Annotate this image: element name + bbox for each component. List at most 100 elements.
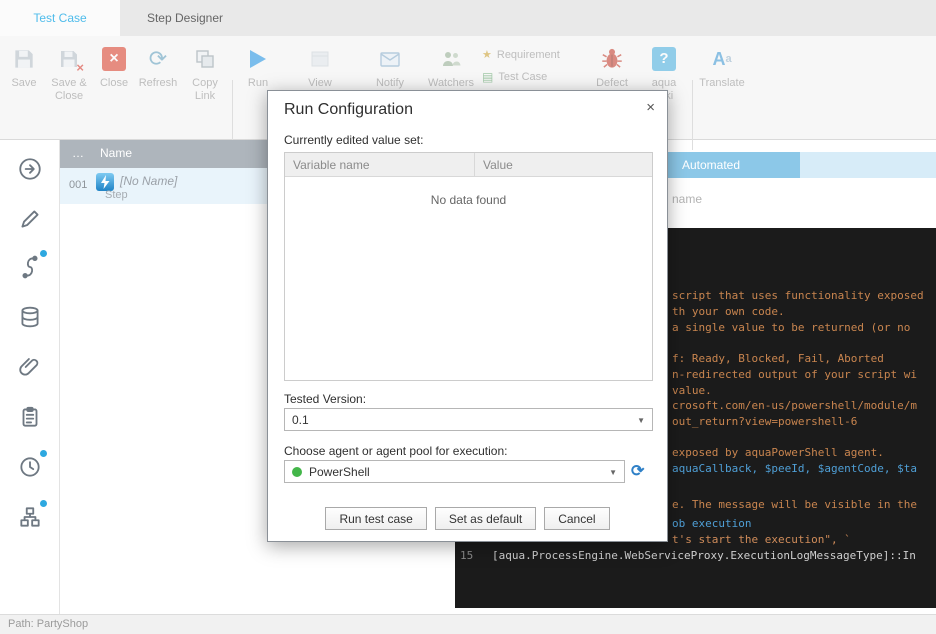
watchers-label: Watchers bbox=[428, 77, 474, 90]
notify-button[interactable]: Notify bbox=[368, 44, 412, 90]
dialog-close-icon[interactable]: × bbox=[646, 99, 655, 116]
save-button[interactable]: Save bbox=[4, 44, 44, 90]
line-number: 15 bbox=[460, 549, 473, 562]
value-set-table-header: Variable name Value bbox=[285, 153, 652, 177]
translate-button[interactable]: Aa Translate bbox=[698, 44, 746, 90]
column-header-name: Name bbox=[100, 146, 132, 160]
code-line: t's start the execution", ` bbox=[672, 533, 851, 546]
tab-step-designer[interactable]: Step Designer bbox=[120, 0, 250, 36]
agent-status-icon bbox=[292, 467, 302, 477]
code-line: exposed by aquaPowerShell agent. bbox=[672, 446, 884, 459]
path-label: Path: PartyShop bbox=[8, 618, 88, 630]
column-header-value[interactable]: Value bbox=[475, 153, 521, 176]
run-button[interactable]: Run bbox=[238, 44, 278, 90]
view-icon bbox=[308, 44, 332, 74]
close-button[interactable]: × Close bbox=[94, 44, 134, 90]
code-line: e. The message will be visible in the bbox=[672, 498, 917, 511]
save-label: Save bbox=[11, 77, 36, 90]
run-configuration-dialog: Run Configuration × Currently edited val… bbox=[267, 90, 668, 542]
save-close-icon: × bbox=[57, 44, 81, 74]
column-header-variable-name[interactable]: Variable name bbox=[285, 153, 475, 176]
app-window: Test Case Step Designer Save × Save & Cl… bbox=[0, 0, 936, 634]
defect-button[interactable]: Defect bbox=[590, 44, 634, 90]
expand-arrow-icon bbox=[17, 156, 43, 182]
watchers-icon bbox=[439, 44, 463, 74]
agent-refresh-icon[interactable]: ⟳ bbox=[631, 461, 644, 481]
column-header-options: … bbox=[72, 146, 84, 160]
question-icon: ? bbox=[652, 47, 676, 71]
copy-link-icon bbox=[193, 44, 217, 74]
close-label: Close bbox=[100, 77, 128, 90]
run-label: Run bbox=[248, 77, 268, 90]
chevron-down-icon: ▼ bbox=[609, 468, 617, 477]
steps-icon bbox=[17, 254, 43, 280]
notify-icon bbox=[378, 44, 402, 74]
tested-version-label: Tested Version: bbox=[284, 392, 366, 406]
sidebar-item-attachments[interactable] bbox=[17, 354, 43, 380]
copy-link-label: Copy Link bbox=[184, 77, 226, 102]
ribbon-separator bbox=[692, 80, 693, 150]
code-line: f: Ready, Blocked, Fail, Aborted bbox=[672, 352, 884, 365]
value-set-table: Variable name Value No data found bbox=[284, 152, 653, 381]
sidebar-item-checklist[interactable] bbox=[17, 404, 43, 430]
save-and-close-button[interactable]: × Save & Close bbox=[46, 44, 92, 102]
attachment-icon bbox=[17, 354, 43, 380]
test-case-icon: ▤ bbox=[482, 70, 493, 84]
view-label: View bbox=[308, 77, 332, 90]
agent-value: PowerShell bbox=[309, 465, 370, 479]
dependencies-icon bbox=[17, 504, 43, 530]
chevron-down-icon: ▼ bbox=[637, 416, 645, 425]
script-name-field-fragment: name bbox=[672, 192, 702, 206]
sidebar-item-edit[interactable] bbox=[17, 206, 43, 232]
code-line: value. bbox=[672, 384, 712, 397]
notification-dot bbox=[40, 250, 47, 257]
watchers-button[interactable]: Watchers bbox=[424, 44, 478, 90]
agent-dropdown[interactable]: PowerShell ▼ bbox=[284, 460, 625, 483]
run-icon bbox=[250, 50, 266, 68]
refresh-button[interactable]: ⟳ Refresh bbox=[136, 44, 180, 90]
tested-version-dropdown[interactable]: 0.1 ▼ bbox=[284, 408, 653, 431]
sidebar-item-data[interactable] bbox=[17, 304, 43, 330]
code-line: aquaCallback, $peeId, $agentCode, $ta bbox=[672, 462, 917, 475]
dialog-button-row: Run test case Set as default Cancel bbox=[268, 507, 667, 530]
save-icon bbox=[11, 44, 37, 74]
requirement-label: Requirement bbox=[497, 49, 560, 61]
left-sidebar bbox=[0, 140, 60, 614]
refresh-label: Refresh bbox=[139, 77, 178, 90]
dialog-title: Run Configuration bbox=[284, 101, 413, 119]
close-icon: × bbox=[102, 47, 126, 71]
set-as-default-button[interactable]: Set as default bbox=[435, 507, 536, 530]
code-line: ob execution bbox=[672, 517, 751, 530]
cancel-button[interactable]: Cancel bbox=[544, 507, 609, 530]
code-line: n-redirected output of your script wi bbox=[672, 368, 917, 381]
new-test-case-button[interactable]: ▤ Test Case bbox=[482, 70, 547, 84]
sidebar-item-history[interactable] bbox=[17, 454, 43, 480]
sidebar-item-expand[interactable] bbox=[17, 156, 43, 182]
step-row-name: [No Name] bbox=[120, 174, 177, 188]
translate-label: Translate bbox=[699, 77, 744, 90]
checklist-icon bbox=[17, 404, 43, 430]
copy-link-button[interactable]: Copy Link bbox=[184, 44, 226, 102]
agent-label: Choose agent or agent pool for execution… bbox=[284, 444, 508, 458]
step-row-id: 001 bbox=[69, 179, 87, 191]
refresh-icon: ⟳ bbox=[149, 46, 167, 72]
notification-dot bbox=[40, 500, 47, 507]
tested-version-value: 0.1 bbox=[292, 413, 309, 427]
history-icon bbox=[17, 454, 43, 480]
new-requirement-button[interactable]: ★ Requirement bbox=[482, 48, 560, 61]
status-bar: Path: PartyShop bbox=[0, 614, 936, 634]
code-line: a single value to be returned (or no bbox=[672, 321, 910, 334]
value-set-label: Currently edited value set: bbox=[284, 133, 423, 147]
defect-icon bbox=[599, 44, 625, 74]
translate-icon: Aa bbox=[712, 44, 731, 74]
no-data-message: No data found bbox=[285, 177, 652, 207]
run-test-case-button[interactable]: Run test case bbox=[325, 507, 426, 530]
save-and-close-label: Save & Close bbox=[46, 77, 92, 102]
code-line: crosoft.com/en-us/powershell/module/m bbox=[672, 399, 917, 412]
sidebar-item-steps[interactable] bbox=[17, 254, 43, 280]
defect-label: Defect bbox=[596, 77, 628, 90]
tab-test-case[interactable]: Test Case bbox=[0, 0, 120, 36]
sidebar-item-dependencies[interactable] bbox=[17, 504, 43, 530]
view-button[interactable]: View bbox=[298, 44, 342, 90]
notify-label: Notify bbox=[376, 77, 404, 90]
